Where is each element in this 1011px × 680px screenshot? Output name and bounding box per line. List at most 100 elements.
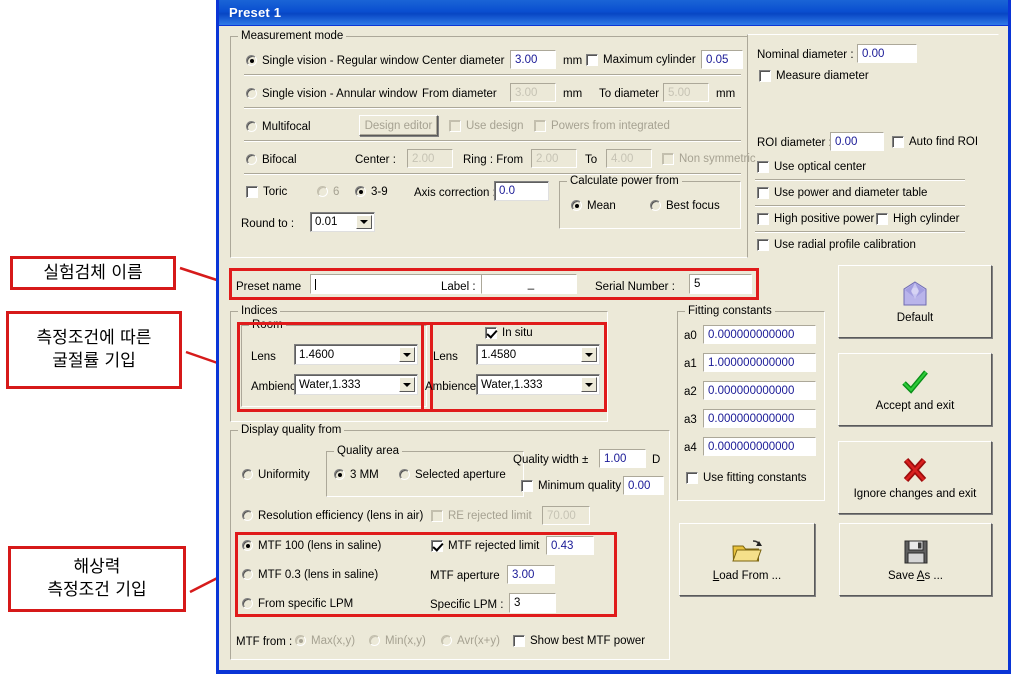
checkbox-use-power-diameter-table[interactable]: Use power and diameter table: [757, 185, 927, 200]
fitting-a3-input[interactable]: 0.000000000000: [703, 409, 816, 428]
radio-toric-3-9[interactable]: 3-9: [355, 184, 388, 199]
minimum-quality-input[interactable]: 0.00: [623, 476, 664, 495]
chevron-down-icon[interactable]: [356, 215, 372, 229]
quality-width-unit: D: [652, 454, 661, 466]
room-ambience-combo[interactable]: Water,1.333: [294, 374, 418, 395]
radio-mtf-avr[interactable]: Avr(x+y): [441, 633, 500, 648]
radio-label: Bifocal: [262, 153, 297, 166]
checkbox-high-positive-power[interactable]: High positive power: [757, 211, 874, 226]
checkbox-label: Auto find ROI: [909, 135, 979, 148]
serial-number-input[interactable]: 5: [689, 274, 752, 294]
fitting-a1-input[interactable]: 1.000000000000: [703, 353, 816, 372]
load-from-button[interactable]: LLoad From ...oad From ...: [679, 523, 815, 596]
re-rejected-limit-input[interactable]: 70.00: [542, 506, 590, 525]
checkbox-show-best-mtf-power[interactable]: Show best MTF power: [513, 633, 645, 648]
checkbox-use-optical-center[interactable]: Use optical center: [757, 159, 866, 174]
maximum-cylinder-input[interactable]: 0.05: [701, 50, 743, 69]
center-diameter-input[interactable]: 3.00: [510, 50, 556, 69]
ignore-changes-and-exit-button[interactable]: Ignore changes and exit: [838, 441, 992, 514]
checkbox-use-design[interactable]: Use design: [449, 118, 524, 133]
from-diameter-input[interactable]: 3.00: [510, 83, 556, 102]
radio-mtf-03[interactable]: MTF 0.3 (lens in saline): [242, 567, 378, 582]
radio-from-specific-lpm[interactable]: From specific LPM: [242, 596, 353, 611]
mtf-rejected-limit-input[interactable]: 0.43: [546, 536, 594, 555]
radio-area-3mm[interactable]: 3 MM: [334, 467, 379, 482]
checkbox-box: [485, 326, 497, 339]
insitu-lens-combo[interactable]: 1.4580: [476, 344, 600, 365]
radio-selected-aperture[interactable]: Selected aperture: [399, 467, 506, 482]
radio-single-vision-regular[interactable]: Single vision - Regular window: [246, 53, 419, 68]
checkbox-use-radial-profile-calibration[interactable]: Use radial profile calibration: [757, 237, 916, 252]
to-diameter-input[interactable]: 5.00: [663, 83, 709, 102]
radio-single-vision-annular[interactable]: Single vision - Annular window: [246, 86, 417, 101]
design-editor-button[interactable]: Design editor: [359, 115, 438, 136]
insitu-ambience-combo[interactable]: Water,1.333: [476, 374, 600, 395]
checkbox-minimum-quality[interactable]: Minimum quality: [521, 478, 621, 493]
radio-knob: [295, 635, 306, 646]
radio-knob: [246, 55, 257, 66]
checkbox-powers-from-integrated[interactable]: Powers from integrated: [534, 118, 670, 133]
chevron-down-icon[interactable]: [399, 347, 415, 362]
default-button[interactable]: Default: [838, 265, 992, 338]
checkbox-mtf-rejected-limit[interactable]: MTF rejected limit: [431, 538, 539, 553]
save-as-button[interactable]: Save ASave As ...s ...: [839, 523, 992, 596]
radio-mtf-min[interactable]: Min(x,y): [369, 633, 426, 648]
round-to-combo[interactable]: 0.01: [310, 212, 375, 232]
radio-mtf-100[interactable]: MTF 100 (lens in saline): [242, 538, 381, 553]
fitting-a3-value: 0.000000000000: [708, 412, 795, 425]
specific-lpm-input[interactable]: 3: [509, 593, 556, 613]
radio-label: Single vision - Regular window: [262, 54, 419, 67]
quality-width-input[interactable]: 1.00: [599, 449, 646, 468]
checkbox-box: [757, 212, 769, 225]
radio-knob: [246, 154, 257, 165]
radio-knob: [334, 469, 345, 480]
radio-bifocal[interactable]: Bifocal: [246, 152, 297, 167]
accept-and-exit-button[interactable]: Accept and exit: [838, 353, 992, 426]
axis-correction-input[interactable]: 0.0: [494, 181, 549, 201]
fitting-a0-input[interactable]: 0.000000000000: [703, 325, 816, 344]
checkbox-re-rejected-limit[interactable]: RE rejected limit: [431, 508, 532, 523]
checkbox-use-fitting-constants[interactable]: Use fitting constants: [686, 470, 807, 485]
checkbox-non-symmetric[interactable]: Non symmetric: [662, 151, 756, 166]
divider-1: [244, 74, 741, 76]
bifocal-ring-from-input[interactable]: 2.00: [531, 149, 577, 168]
minimum-quality-value: 0.00: [628, 479, 651, 492]
radio-best-focus[interactable]: Best focus: [650, 198, 720, 213]
chevron-down-icon[interactable]: [581, 347, 597, 362]
ignore-button-label: Ignore changes and exit: [853, 488, 977, 500]
specific-lpm-label: Specific LPM :: [430, 599, 504, 611]
checkbox-auto-find-roi[interactable]: Auto find ROI: [892, 134, 978, 149]
radio-label: Mean: [587, 199, 616, 212]
checkbox-label: Use design: [466, 119, 524, 132]
roi-diameter-input[interactable]: 0.00: [830, 132, 884, 151]
room-lens-combo[interactable]: 1.4600: [294, 344, 418, 365]
bifocal-center-label: Center :: [355, 154, 396, 166]
chevron-down-icon[interactable]: [581, 377, 597, 392]
radio-mean[interactable]: Mean: [571, 198, 616, 213]
fitting-a4-input[interactable]: 0.000000000000: [703, 437, 816, 456]
radio-resolution-efficiency[interactable]: Resolution efficiency (lens in air): [242, 508, 423, 523]
checkbox-high-cylinder[interactable]: High cylinder: [876, 211, 959, 226]
radio-mtf-max[interactable]: Max(x,y): [295, 633, 355, 648]
radio-multifocal[interactable]: Multifocal: [246, 119, 311, 134]
checkbox-measure-diameter[interactable]: Measure diameter: [759, 68, 869, 83]
label-input[interactable]: _: [481, 274, 577, 294]
radio-knob: [441, 635, 452, 646]
checkbox-box: [521, 479, 533, 492]
bifocal-to-input[interactable]: 4.00: [606, 149, 652, 168]
checkbox-maximum-cylinder[interactable]: Maximum cylinder: [586, 52, 696, 67]
checkbox-box: [534, 119, 546, 132]
design-editor-label: Design editor: [364, 119, 433, 132]
checkbox-in-situ[interactable]: In situ: [485, 325, 533, 340]
bifocal-center-value: 2.00: [412, 152, 435, 165]
checkbox-label: Use radial profile calibration: [774, 238, 916, 251]
radio-uniformity[interactable]: Uniformity: [242, 467, 310, 482]
bifocal-center-input[interactable]: 2.00: [407, 149, 453, 168]
nominal-diameter-input[interactable]: 0.00: [857, 44, 917, 63]
chevron-down-icon[interactable]: [399, 377, 415, 392]
fitting-a2-input[interactable]: 0.000000000000: [703, 381, 816, 400]
checkbox-toric[interactable]: Toric: [246, 184, 287, 199]
radio-toric-6[interactable]: 6: [317, 184, 339, 199]
mtf-aperture-input[interactable]: 3.00: [507, 565, 555, 584]
label-value: _: [527, 278, 535, 290]
